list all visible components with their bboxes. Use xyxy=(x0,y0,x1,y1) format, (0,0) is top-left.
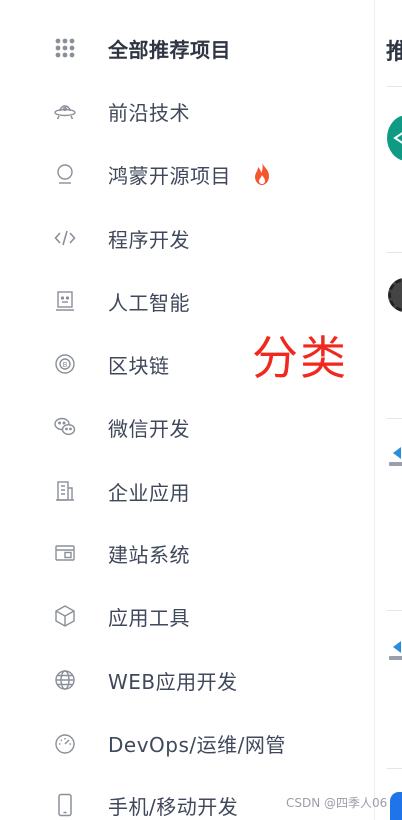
cube-icon xyxy=(52,603,78,629)
sidebar-item-label: 微信开发 xyxy=(108,416,190,441)
list-divider xyxy=(387,418,402,419)
gauge-icon xyxy=(52,730,78,756)
sidebar-item[interactable]: 应用工具 xyxy=(0,591,374,641)
sidebar-item-label: 手机/移动开发 xyxy=(108,794,239,819)
blockchain-icon: B xyxy=(52,351,78,377)
sidebar-item-label: 企业应用 xyxy=(108,480,190,505)
sidebar-item-label: 区块链 xyxy=(108,353,170,378)
globe-icon xyxy=(52,667,78,693)
project-logo[interactable] xyxy=(387,115,402,161)
sidebar-item-label: 程序开发 xyxy=(108,227,190,252)
sidebar-item-label: 应用工具 xyxy=(108,605,190,630)
project-logo[interactable] xyxy=(390,792,402,820)
list-divider xyxy=(387,768,402,769)
list-divider xyxy=(387,86,402,87)
browser-window-icon xyxy=(52,540,78,566)
sidebar-item[interactable]: 鸿蒙开源项目 xyxy=(0,149,374,199)
hot-flame-icon xyxy=(250,161,274,187)
sidebar-item[interactable]: 建站系统 xyxy=(0,528,374,578)
sidebar-item-label: 人工智能 xyxy=(108,290,190,315)
sidebar-item-label: 全部推荐项目 xyxy=(108,37,231,62)
sidebar-item[interactable]: 人工智能 xyxy=(0,276,374,326)
building-icon xyxy=(52,478,78,504)
recommend-panel: 推 xyxy=(375,0,402,820)
list-divider xyxy=(387,252,402,253)
project-logo[interactable] xyxy=(388,278,402,312)
share-icon xyxy=(393,132,402,144)
sidebar-item[interactable]: 微信开发 xyxy=(0,402,374,452)
robot-icon xyxy=(52,288,78,314)
arrow-logo-icon xyxy=(393,641,401,653)
sidebar-item[interactable]: 企业应用 xyxy=(0,466,374,516)
sidebar-item[interactable]: WEB应用开发 xyxy=(0,655,374,705)
category-sidebar: 全部推荐项目 前沿技术鸿蒙开源项目 程序开发人工智能 B 区块链微信开发企业应用建站系统… xyxy=(0,0,374,820)
watermark: CSDN @四季人06 xyxy=(286,796,388,810)
sidebar-item[interactable]: DevOps/运维/网管 xyxy=(0,718,374,768)
code-icon xyxy=(52,225,78,251)
panel-title: 推 xyxy=(386,40,402,65)
sidebar-item[interactable]: 前沿技术 xyxy=(0,86,374,136)
wechat-icon xyxy=(52,414,78,440)
sidebar-item[interactable]: 全部推荐项目 xyxy=(0,23,374,73)
list-divider xyxy=(387,610,402,611)
ufo-icon xyxy=(52,98,78,124)
sidebar-item[interactable]: 程序开发 xyxy=(0,213,374,263)
annotation-label: 分类 xyxy=(252,331,348,385)
arrow-logo-icon xyxy=(393,447,401,459)
sidebar-item-label: DevOps/运维/网管 xyxy=(108,732,286,757)
sidebar-item-label: 前沿技术 xyxy=(108,100,190,125)
project-logo[interactable] xyxy=(389,640,402,670)
sidebar-item-label: 建站系统 xyxy=(108,542,190,567)
sidebar-item-label: WEB应用开发 xyxy=(108,669,238,694)
harmony-icon xyxy=(52,161,78,187)
mobile-phone-icon xyxy=(52,792,78,818)
grid-dots-icon xyxy=(52,35,78,61)
project-logo[interactable] xyxy=(389,446,402,476)
sidebar-item-label: 鸿蒙开源项目 xyxy=(108,163,231,188)
svg-text:B: B xyxy=(63,361,68,369)
